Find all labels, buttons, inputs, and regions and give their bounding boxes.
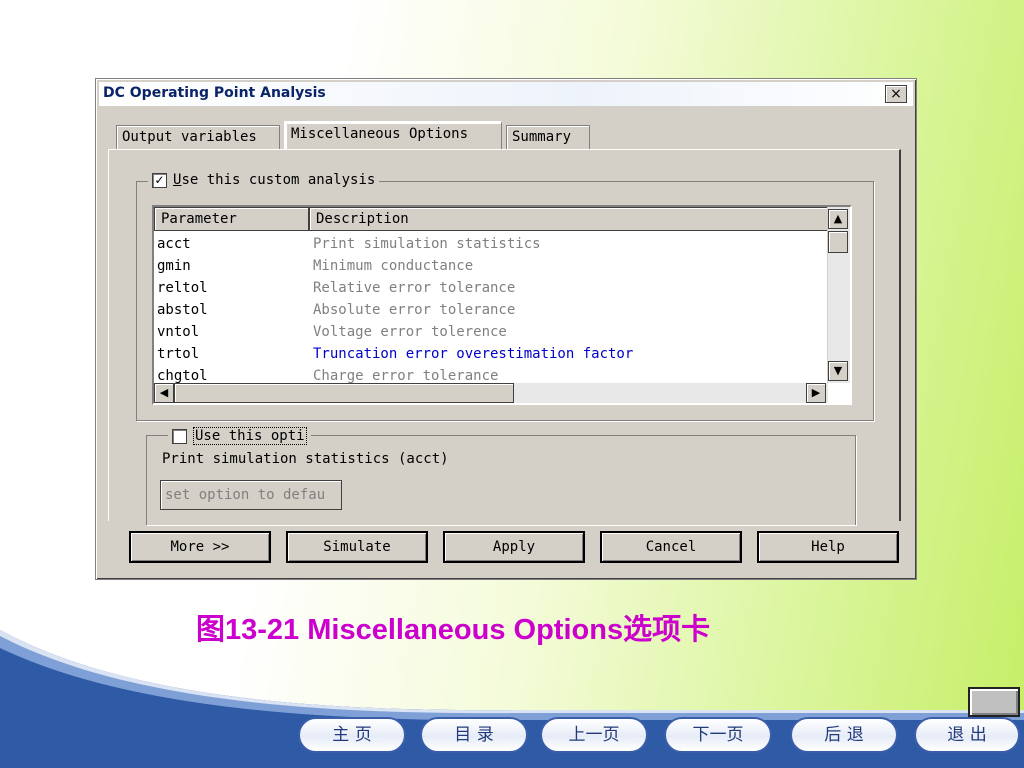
dc-operating-point-dialog: DC Operating Point Analysis × Output var… [95, 78, 917, 580]
use-custom-analysis-label: Use this custom analysis [173, 172, 375, 188]
exit-door-icon[interactable] [968, 687, 1020, 717]
nav-back-button[interactable]: 后 退 [790, 717, 898, 753]
simulate-button[interactable]: Simulate [286, 531, 428, 563]
figure-caption: 图13-21 Miscellaneous Options选项卡 [196, 614, 711, 646]
more-button[interactable]: More >> [129, 531, 271, 563]
nav-exit-button[interactable]: 退 出 [914, 717, 1020, 753]
title-bar[interactable]: DC Operating Point Analysis × [99, 82, 913, 106]
use-custom-analysis-checkbox[interactable]: ✓ [152, 172, 167, 188]
close-button[interactable]: × [885, 85, 907, 103]
dialog-title: DC Operating Point Analysis [103, 85, 326, 101]
label-text: se this custom analysis [181, 172, 376, 188]
nav-next-button[interactable]: 下一页 [664, 717, 772, 753]
tab-miscellaneous-options[interactable]: Miscellaneous Options [284, 121, 502, 149]
cancel-button[interactable]: Cancel [600, 531, 742, 563]
nav-contents-button[interactable]: 目 录 [420, 717, 528, 753]
use-custom-analysis-row[interactable]: ✓ Use this custom analysis [148, 172, 380, 188]
use-this-option-row[interactable]: Use this opti [168, 427, 311, 445]
use-this-option-label: Use this opti [193, 427, 307, 445]
tab-output-variables[interactable]: Output variables [116, 125, 280, 149]
tab-panel [108, 149, 901, 521]
use-this-option-checkbox[interactable] [172, 428, 187, 444]
apply-button[interactable]: Apply [443, 531, 585, 563]
tab-summary[interactable]: Summary [506, 125, 590, 149]
help-button[interactable]: Help [757, 531, 899, 563]
nav-home-button[interactable]: 主 页 [298, 717, 406, 753]
nav-previous-button[interactable]: 上一页 [540, 717, 648, 753]
